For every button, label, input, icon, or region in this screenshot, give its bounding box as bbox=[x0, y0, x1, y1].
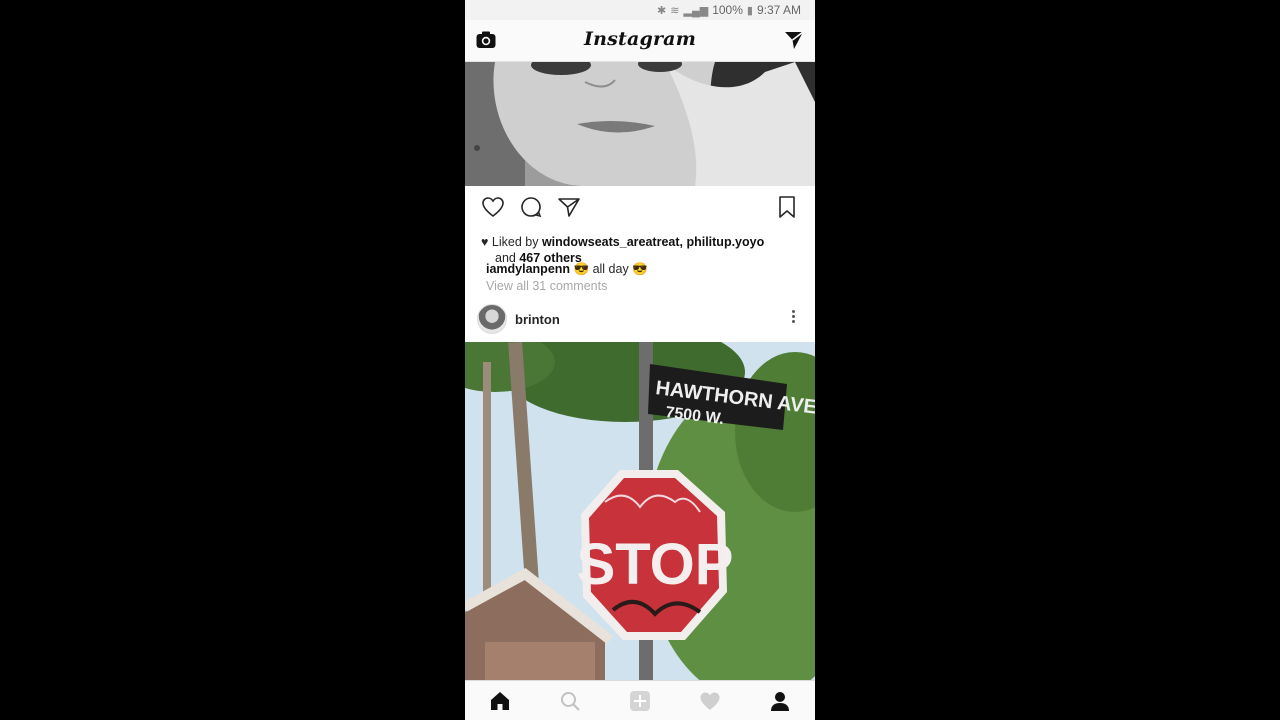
direct-message-icon[interactable] bbox=[783, 29, 805, 51]
bookmark-icon[interactable] bbox=[775, 195, 799, 219]
post-caption: iamdylanpenn 😎 all day 😎 bbox=[486, 262, 648, 277]
view-all-comments-link[interactable]: View all 31 comments bbox=[486, 279, 607, 293]
status-bar: ✱ ≋ ▂▄▆ 100% ▮ 9:37 AM bbox=[465, 0, 815, 20]
comment-icon[interactable] bbox=[519, 195, 543, 219]
caption-text: 😎 all day 😎 bbox=[573, 262, 648, 276]
add-post-icon[interactable] bbox=[629, 690, 651, 712]
avatar[interactable] bbox=[477, 304, 507, 334]
post-image-street-sign[interactable]: HAWTHORN AVE. 7500 W. STOP bbox=[465, 342, 815, 680]
bottom-tab-bar bbox=[465, 680, 815, 720]
search-icon[interactable] bbox=[559, 690, 581, 712]
post-username[interactable]: brinton bbox=[515, 312, 560, 327]
liked-by-prefix: Liked by bbox=[491, 235, 539, 249]
caption-username[interactable]: iamdylanpenn bbox=[486, 262, 570, 276]
activity-heart-icon[interactable] bbox=[699, 690, 721, 712]
status-time: 9:37 AM bbox=[756, 3, 801, 17]
post-header: brinton bbox=[465, 300, 815, 342]
battery-percent: 100% bbox=[712, 3, 743, 17]
more-options-icon[interactable] bbox=[789, 308, 797, 330]
profile-icon[interactable] bbox=[769, 690, 791, 712]
post-image-portrait[interactable] bbox=[465, 62, 815, 186]
signal-icon: ▂▄▆ bbox=[683, 4, 709, 17]
wifi-icon: ≋ bbox=[670, 4, 680, 17]
stop-sign-text: STOP bbox=[577, 532, 734, 597]
small-heart-icon: ♥ bbox=[481, 235, 489, 249]
home-icon[interactable] bbox=[489, 690, 511, 712]
bluetooth-icon: ✱ bbox=[657, 4, 667, 17]
like-heart-icon[interactable] bbox=[481, 195, 505, 219]
liked-users[interactable]: windowseats_areatreat, philitup.yoyo bbox=[542, 235, 764, 249]
app-header: Instagram bbox=[465, 20, 815, 62]
post-actions bbox=[465, 186, 815, 226]
share-icon[interactable] bbox=[557, 195, 581, 219]
app-logo: Instagram bbox=[584, 28, 696, 50]
battery-icon: ▮ bbox=[746, 4, 753, 17]
phone-screen: ✱ ≋ ▂▄▆ 100% ▮ 9:37 AM Instagram ♥ Liked… bbox=[465, 0, 815, 720]
